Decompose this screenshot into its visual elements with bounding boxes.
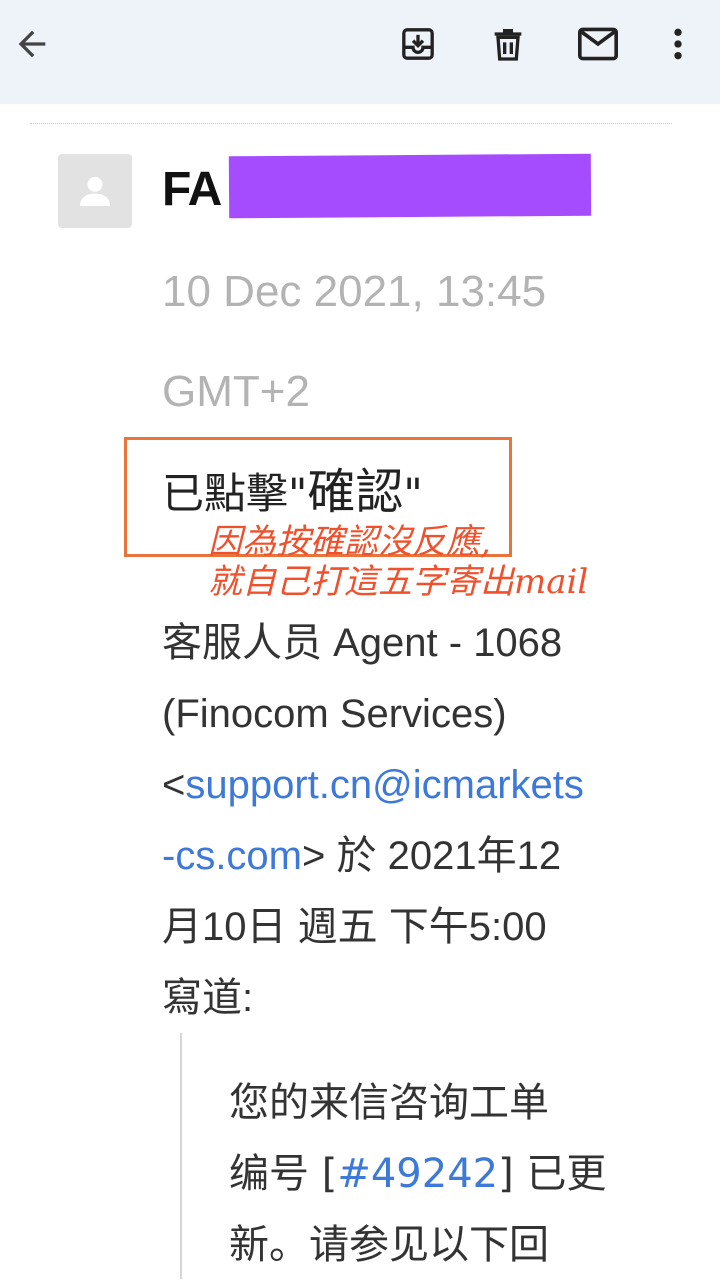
handwritten-annotation-line2: 就自己打這五字寄出mail: [208, 562, 589, 602]
back-button[interactable]: [6, 18, 58, 70]
ticket-suffix: ] 已更: [498, 1151, 607, 1197]
redaction-overlay: [228, 153, 592, 219]
ticket-prefix: 编号 [: [229, 1151, 338, 1197]
sender-name[interactable]: FA: [162, 158, 222, 222]
quote-header-line: 月10日 週五 下午5:00: [162, 905, 547, 949]
quote-header-date-start: > 於 2021年12: [302, 834, 562, 878]
mail-icon: [578, 27, 618, 61]
quote-header: 客服人员 Agent - 1068 (Finocom Services) <su…: [162, 608, 702, 1034]
reply-text: 已點擊"確認": [162, 462, 423, 524]
mark-unread-button[interactable]: [572, 18, 624, 70]
archive-button[interactable]: [392, 18, 444, 70]
message-date: 10 Dec 2021, 13:45 GMT+2: [162, 267, 547, 416]
reply-word: 確認: [307, 464, 404, 520]
reply-prefix: 已點擊": [162, 469, 308, 518]
quote-bar: [180, 1033, 182, 1279]
archive-icon: [402, 28, 434, 60]
quote-header-line: (Finocom Services): [162, 692, 507, 736]
quoted-message: 您的来信咨询工单 编号 [#49242] 已更 新。请参见以下回: [229, 1068, 689, 1281]
more-vert-icon: [674, 28, 682, 60]
person-icon: [80, 176, 110, 206]
quoted-line-ticket: 编号 [#49242] 已更: [229, 1139, 689, 1210]
quote-header-email-line: <support.cn@icmarkets: [162, 750, 702, 821]
ticket-link[interactable]: #49242: [337, 1151, 498, 1197]
handwritten-annotation-line1: 因為按確認沒反應,: [208, 522, 491, 562]
avatar: [58, 154, 132, 228]
delete-button[interactable]: [482, 18, 534, 70]
sender-email-link[interactable]: support.cn@icmarkets: [185, 763, 584, 807]
more-options-button[interactable]: [652, 18, 704, 70]
quote-header-email-line2: -cs.com> 於 2021年12: [162, 821, 702, 892]
quote-header-line: 寫道:: [162, 976, 254, 1020]
thread-divider: [30, 123, 672, 124]
reply-suffix: ": [403, 469, 423, 518]
quote-header-line: 客服人员 Agent - 1068: [162, 621, 563, 665]
quoted-line: 新。请参见以下回: [229, 1222, 549, 1268]
arrow-left-icon: [18, 30, 46, 58]
sender-email-link-cont[interactable]: -cs.com: [162, 834, 302, 878]
quoted-line: 您的来信咨询工单: [229, 1080, 549, 1126]
app-bar: [0, 0, 720, 104]
trash-icon: [494, 29, 522, 61]
bracket-open: <: [162, 763, 186, 807]
